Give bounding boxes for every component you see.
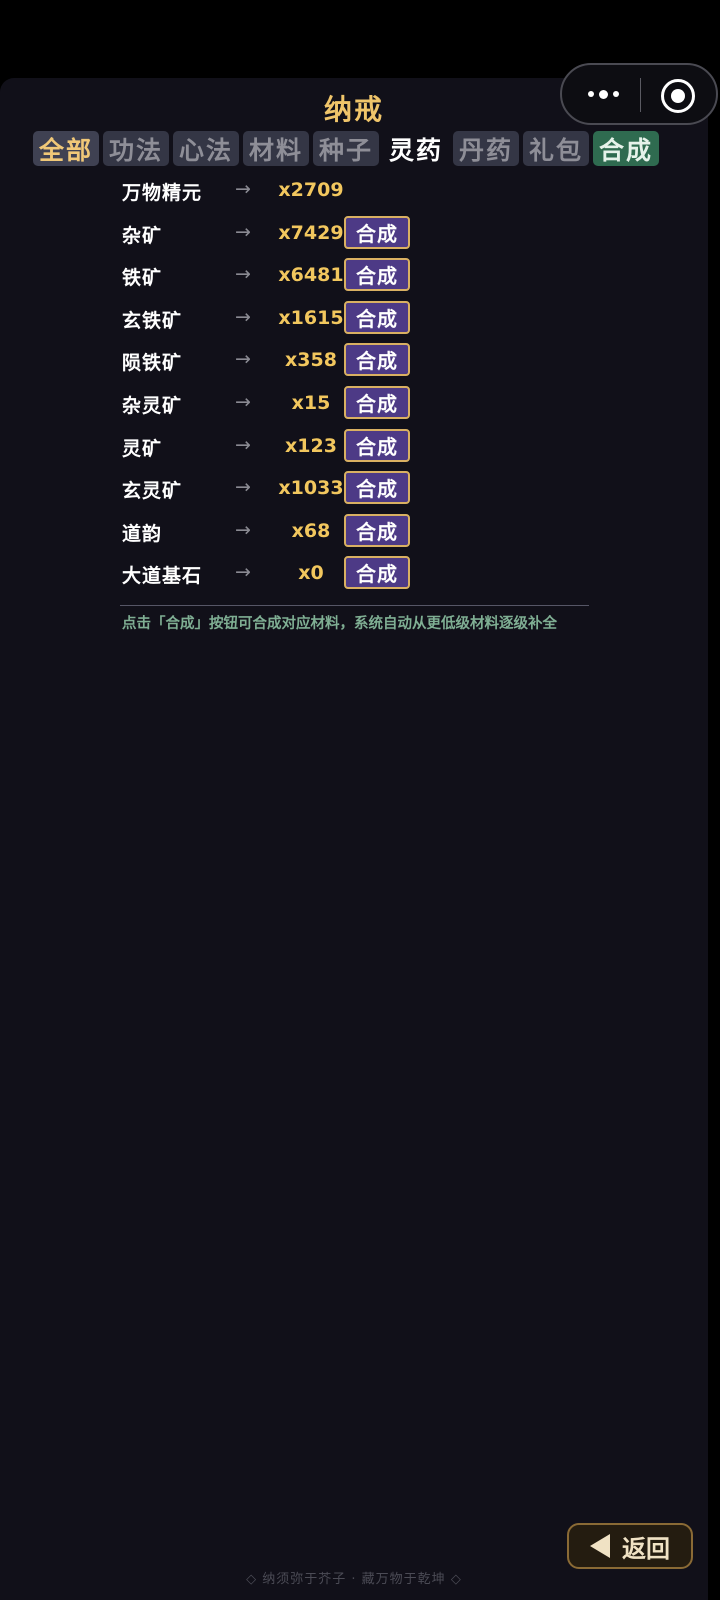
synthesis-hint: 点击「合成」按钮可合成对应材料，系统自动从更低级材料逐级补全 (122, 616, 557, 632)
material-name: 杂矿 (122, 224, 163, 247)
material-name: 杂灵矿 (122, 394, 183, 417)
back-button-label: 返回 (622, 1534, 670, 1563)
synthesize-button[interactable]: 合成 (344, 343, 410, 377)
synthesize-button[interactable]: 合成 (344, 471, 410, 505)
divider (120, 605, 589, 606)
tab-mind-methods[interactable]: 心法 (173, 131, 239, 166)
arrow-icon: → (235, 305, 251, 328)
material-name: 玄铁矿 (122, 309, 183, 332)
material-name: 铁矿 (122, 267, 163, 290)
list-item: 铁矿 → x6481 合成 (122, 258, 592, 301)
material-name: 灵矿 (122, 437, 163, 460)
category-tabs: 全部 功法 心法 材料 种子 灵药 丹药 礼包 合成 (33, 131, 659, 166)
material-name: 陨铁矿 (122, 352, 183, 375)
synthesize-button[interactable]: 合成 (344, 258, 410, 292)
list-item: 杂矿 → x7429 合成 (122, 215, 592, 259)
list-item: 陨铁矿 → x358 合成 (122, 343, 592, 386)
list-item: 杂灵矿 → x15 合成 (122, 385, 592, 429)
tab-gift-packs[interactable]: 礼包 (523, 131, 589, 166)
material-name: 万物精元 (122, 182, 203, 204)
back-arrow-icon (590, 1534, 610, 1558)
tab-skills[interactable]: 功法 (103, 131, 169, 166)
list-item: 万物精元 → x2709 (122, 173, 592, 216)
screen: 纳戒 全部 功法 心法 材料 种子 灵药 丹药 礼包 合成 万物精元 → x27… (0, 0, 720, 1600)
tab-seeds[interactable]: 种子 (313, 131, 379, 166)
tab-materials[interactable]: 材料 (243, 131, 309, 166)
synthesize-button[interactable]: 合成 (344, 215, 410, 249)
synthesize-button[interactable]: 合成 (344, 556, 410, 590)
tab-herbs[interactable]: 灵药 (383, 131, 449, 166)
page-title: 纳戒 (323, 93, 384, 126)
arrow-icon: → (235, 433, 251, 456)
list-item: 玄灵矿 → x1033 合成 (122, 471, 592, 514)
list-item: 玄铁矿 → x1615 合成 (122, 300, 592, 344)
list-item: 大道基石 → x0 合成 (122, 556, 592, 599)
arrow-icon: → (235, 220, 251, 243)
footer-motto: ◇ 纳须弥于芥子 · 藏万物于乾坤 ◇ (246, 1572, 462, 1587)
material-name: 大道基石 (122, 565, 203, 588)
arrow-icon: → (235, 518, 251, 541)
tab-pills[interactable]: 丹药 (453, 131, 519, 166)
synthesize-button[interactable]: 合成 (344, 385, 410, 419)
list-item: 灵矿 → x123 合成 (122, 428, 592, 472)
material-name: 玄灵矿 (122, 480, 183, 503)
material-quantity: x2709 (278, 179, 344, 201)
arrow-icon: → (235, 390, 251, 413)
arrow-icon: → (235, 348, 251, 371)
arrow-icon: → (235, 263, 251, 286)
arrow-icon: → (235, 561, 251, 584)
synthesize-button[interactable]: 合成 (344, 300, 410, 334)
arrow-icon: → (235, 476, 251, 499)
synthesize-button[interactable]: 合成 (344, 428, 410, 462)
back-button[interactable]: 返回 (567, 1523, 693, 1569)
synthesize-button[interactable]: 合成 (344, 513, 410, 547)
list-item: 道韵 → x68 合成 (122, 513, 592, 557)
material-name: 道韵 (122, 522, 163, 545)
tab-all[interactable]: 全部 (33, 131, 99, 166)
arrow-icon: → (235, 178, 251, 200)
tab-synthesis[interactable]: 合成 (593, 131, 659, 166)
material-list: 万物精元 → x2709 杂矿 → x7429 合成 铁矿 → x6481 合成… (122, 173, 592, 599)
